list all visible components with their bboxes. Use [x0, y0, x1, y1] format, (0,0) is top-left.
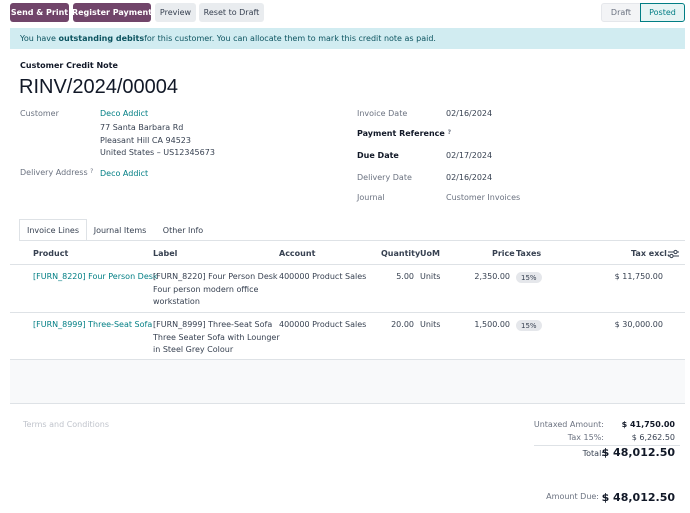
row-product[interactable]: [FURN_8999] Three-Seat Sofa: [33, 319, 152, 332]
terms-conditions-field[interactable]: Terms and Conditions: [23, 420, 109, 429]
row-price: 1,500.00: [474, 320, 510, 329]
row-label-line: in Steel Grey Colour: [153, 345, 234, 354]
register-payment-button[interactable]: Register Payment: [72, 3, 152, 22]
payment-reference-field[interactable]: [446, 129, 596, 139]
tax-label: Tax 15%:: [567, 433, 604, 442]
payment-reference-label: Payment Reference ?: [357, 129, 452, 138]
row-account: 400000 Product Sales: [279, 272, 367, 281]
header-separator: [10, 264, 685, 265]
status-posted[interactable]: Posted: [640, 3, 685, 22]
tax-value: $ 6,262.50: [631, 433, 675, 442]
table-footer-band: [10, 360, 685, 404]
column-taxes[interactable]: Taxes: [516, 249, 541, 258]
tab-divider: [19, 240, 685, 241]
send-print-button[interactable]: Send & Print: [10, 3, 69, 22]
tab-invoice-lines[interactable]: Invoice Lines: [19, 219, 87, 241]
row-subtotal: $ 30,000.00: [614, 320, 663, 329]
alert-prefix: You have: [20, 34, 56, 43]
preview-button[interactable]: Preview: [155, 3, 196, 22]
due-date-label: Due Date: [357, 151, 399, 160]
journal-field: Customer Invoices: [446, 193, 521, 202]
alert-bold-link[interactable]: outstanding debits: [59, 34, 145, 43]
delivery-date-field[interactable]: 02/16/2024: [446, 173, 492, 182]
row-label-line: workstation: [153, 297, 200, 306]
row-subtotal: $ 11,750.00: [614, 272, 663, 281]
row-account: 400000 Product Sales: [279, 320, 367, 329]
row-quantity: 20.00: [391, 320, 414, 329]
untaxed-amount-value: $ 41,750.00: [621, 420, 675, 429]
row-label-line: [FURN_8999] Three-Seat Sofa: [153, 320, 273, 329]
document-type: Customer Credit Note: [20, 61, 118, 70]
column-product[interactable]: Product: [33, 249, 68, 258]
address-line-3: United States – US12345673: [100, 148, 215, 157]
document-number: RINV/2024/00004: [19, 76, 179, 98]
control-panel: Send & Print Register Payment Preview Re…: [0, 0, 690, 26]
row-label-line: Three Seater Sofa with Lounger: [153, 332, 280, 342]
address-line-1: 77 Santa Barbara Rd: [100, 123, 184, 132]
delivery-address-field[interactable]: Deco Addict: [100, 169, 148, 178]
alert-suffix: for this customer. You can allocate them…: [144, 34, 436, 43]
column-price[interactable]: Price: [492, 249, 515, 258]
outstanding-debits-alert: You have outstanding debits for this cus…: [10, 28, 685, 49]
column-uom[interactable]: UoM: [420, 249, 440, 258]
row-tax-badge: 15%: [516, 320, 542, 331]
row-label-line: Four person modern office: [153, 284, 259, 294]
row-uom: Units: [420, 272, 441, 281]
column-quantity[interactable]: Quantity: [381, 249, 420, 258]
column-label[interactable]: Label: [153, 249, 177, 258]
address-line-2: Pleasant Hill CA 94523: [100, 136, 191, 145]
delivery-address-label: Delivery Address ?: [20, 168, 94, 177]
journal-label: Journal: [357, 193, 385, 202]
column-tax-excl[interactable]: Tax excl.: [631, 249, 670, 258]
total-value: $ 48,012.50: [601, 446, 675, 459]
invoice-date-field[interactable]: 02/16/2024: [446, 109, 492, 118]
untaxed-amount-label: Untaxed Amount:: [533, 420, 604, 429]
help-icon[interactable]: ?: [90, 168, 93, 175]
tab-journal-items[interactable]: Journal Items: [87, 219, 153, 241]
status-draft[interactable]: Draft: [601, 3, 641, 22]
invoice-date-label: Invoice Date: [357, 109, 408, 118]
row-label-line: [FURN_8220] Four Person Desk: [153, 272, 278, 281]
customer-label: Customer: [20, 109, 59, 118]
tab-other-info[interactable]: Other Info: [153, 219, 213, 241]
customer-field[interactable]: Deco Addict: [100, 109, 148, 118]
optional-columns-icon[interactable]: [668, 249, 679, 259]
row-price: 2,350.00: [474, 272, 510, 281]
row-product[interactable]: [FURN_8220] Four Person Desk: [33, 271, 158, 284]
row-quantity: 5.00: [396, 272, 414, 281]
delivery-date-label: Delivery Date: [357, 173, 412, 182]
amount-due-value: $ 48,012.50: [601, 491, 675, 504]
due-date-field[interactable]: 02/17/2024: [446, 151, 492, 160]
row-separator: [10, 312, 685, 313]
column-account[interactable]: Account: [279, 249, 315, 258]
reset-to-draft-button[interactable]: Reset to Draft: [199, 3, 264, 22]
row-uom: Units: [420, 320, 441, 329]
amount-due-label: Amount Due:: [546, 492, 599, 501]
row-tax-badge: 15%: [516, 272, 542, 283]
